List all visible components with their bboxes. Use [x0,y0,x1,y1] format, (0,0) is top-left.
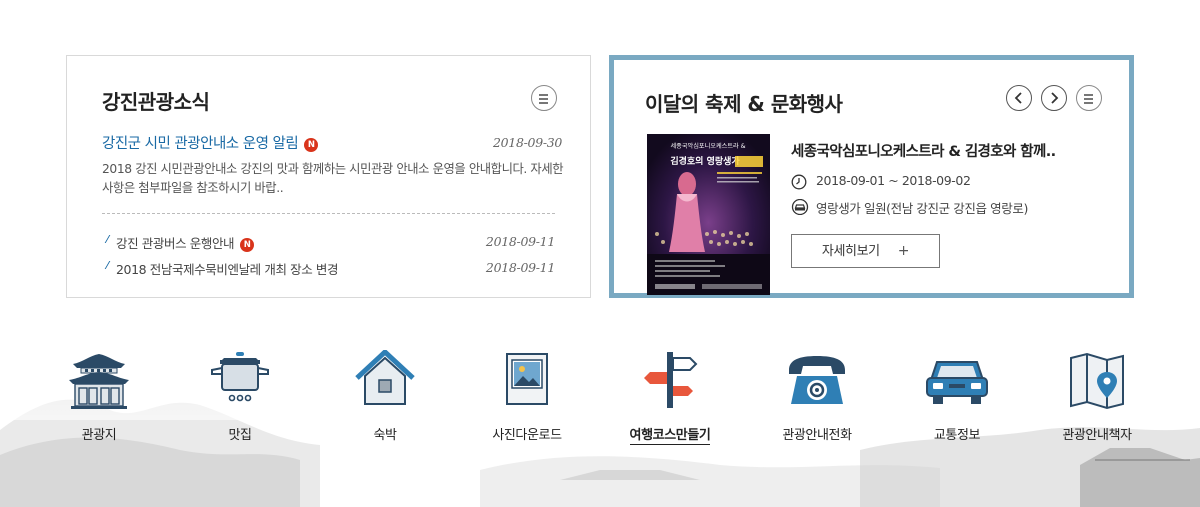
poster-line-1: 세종국악심포니오케스트라 & [670,142,745,150]
telephone-icon [789,356,845,404]
previous-event-button[interactable] [1006,85,1032,111]
map-guide-icon [1070,352,1124,410]
event-name[interactable]: 세종국악심포니오케스트라 & 김경호와 함께.. [791,140,1056,161]
next-event-button[interactable] [1041,85,1067,111]
quick-menu-label: 관광안내전화 [782,428,852,443]
news-list-item[interactable]: 2018 전남국제수묵비엔날레 개최 장소 변경 2018-09-11 [99,259,555,277]
house-icon [355,350,415,405]
quick-menu-guidebook[interactable]: 관광안내책자 [1027,350,1167,450]
quick-menu-traffic-info[interactable]: 교통정보 [887,350,1027,450]
news-item-label: 강진 관광버스 운행안내 [116,236,235,251]
quick-menu-photo-download[interactable]: 사진다운로드 [457,350,597,450]
poster-artwork: 세종국악심포니오케스트라 & 김경호의 영랑생가 [647,134,770,295]
quick-menu-travel-course[interactable]: 여행코스만들기 [600,350,740,450]
event-detail-button[interactable]: 자세히보기 + [791,234,940,268]
news-item-date: 2018-09-11 [485,260,555,275]
bullet-slash-icon [99,235,111,243]
new-badge: N [240,238,255,252]
quick-menu-label: 관광안내책자 [1062,428,1132,443]
chevron-left-icon [1014,92,1022,104]
quick-menu-label: 교통정보 [933,428,981,443]
quick-menu: 관광지 맛집 숙박 사진다운로드 여행코스만들기 관광안내전화 교통정보 관광안… [0,350,1200,450]
quick-menu-label: 맛집 [228,428,252,443]
featured-news-date: 2018-09-30 [493,135,563,150]
news-more-button[interactable] [531,85,557,111]
clock-icon [791,174,807,190]
monthly-festival-panel: 이달의 축제 & 문화행사 세종국악심포니오케스트라 & 김경호의 영랑생가 세… [609,55,1134,298]
palace-icon [69,354,129,409]
signpost-icon [644,352,698,408]
detail-button-label: 자세히보기 [821,244,880,259]
bullet-slash-icon [99,261,111,269]
quick-menu-label: 관광지 [81,428,117,443]
event-more-button[interactable] [1076,85,1102,111]
photo-icon [506,353,548,405]
tourism-news-panel: 강진관광소식 강진군 시민 관광안내소 운영 알림 N 2018-09-30 20… [66,55,591,298]
chevron-right-icon [1051,92,1059,104]
event-place: 영랑생가 일원(전남 강진군 강진읍 영랑로) [816,201,1028,216]
news-panel-title: 강진관광소식 [102,90,210,114]
poster-line-2: 김경호의 영랑생가 [670,155,740,167]
pot-icon [211,352,269,402]
event-poster-image[interactable]: 세종국악심포니오케스트라 & 김경호의 영랑생가 [647,134,770,295]
quick-menu-tour-phone[interactable]: 관광안내전화 [747,350,887,450]
event-panel-title: 이달의 축제 & 문화행사 [645,92,843,116]
new-badge: N [304,138,319,152]
car-location-icon [791,199,809,215]
quick-menu-label: 숙박 [373,428,397,443]
car-icon [926,361,988,404]
featured-news-description: 2018 강진 시민관광안내소 강진의 맛과 함께하는 시민관광 안내소 운영을… [102,162,564,195]
news-list-item[interactable]: 강진 관광버스 운행안내 N 2018-09-11 [99,233,555,252]
quick-menu-tourist-sites[interactable]: 관광지 [29,350,169,450]
quick-menu-lodging[interactable]: 숙박 [315,350,455,450]
featured-news-link[interactable]: 강진군 시민 관광안내소 운영 알림 N [102,132,319,153]
quick-menu-label: 여행코스만들기 [629,428,711,445]
news-item-label: 2018 전남국제수묵비엔날레 개최 장소 변경 [116,262,339,277]
news-divider [102,213,555,214]
quick-menu-label: 사진다운로드 [492,428,562,443]
quick-menu-restaurants[interactable]: 맛집 [170,350,310,450]
news-item-date: 2018-09-11 [485,234,555,249]
featured-news-title: 강진군 시민 관광안내소 운영 알림 [102,136,299,152]
event-period: 2018-09-01 ~ 2018-09-02 [816,173,971,188]
plus-icon: + [897,243,910,259]
